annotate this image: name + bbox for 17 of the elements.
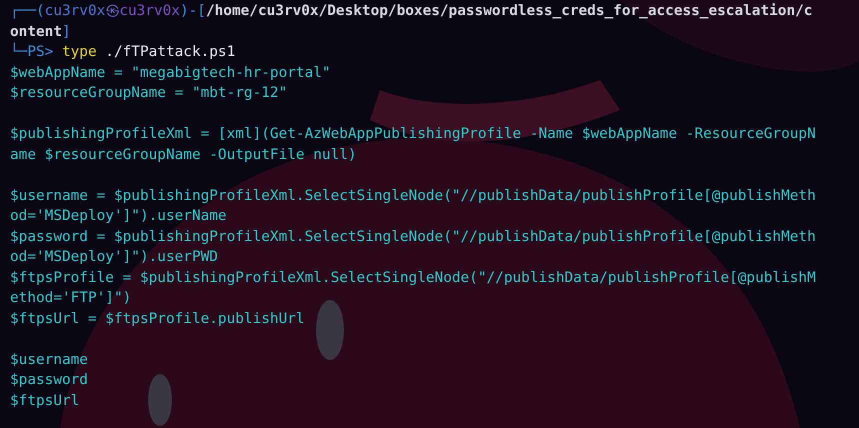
terminal-line: └─PS> type ./fTPattack.ps1 bbox=[10, 42, 236, 62]
terminal-line: $ftpsUrl = $ftpsProfile.publishUrl bbox=[10, 310, 305, 328]
terminal-line: od='MSDeploy']").userPWD bbox=[10, 248, 218, 267]
terminal-line: $ftpsProfile = $publishingProfileXml.SelectSingleNode("//publishData/publishProfile[@publishM bbox=[10, 268, 816, 288]
terminal-line: $password = $publishingProfileXml.SelectSingleNode("//publishData/publishProfile[@publishMeth bbox=[10, 228, 816, 246]
terminal-line: ame $resourceGroupName -OutputFile null) bbox=[10, 146, 357, 164]
terminal-line: $username bbox=[10, 350, 88, 370]
terminal-line: ethod='FTP']") bbox=[10, 289, 132, 308]
terminal-line: $ftpsUrl bbox=[10, 392, 80, 410]
terminal-line: ontent] bbox=[10, 22, 71, 42]
terminal-line: ┌──(cu3rv0x㉿cu3rv0x)-[/home/cu3rv0x/Desktop/boxes/passwordless_creds_for_access_escalation/c bbox=[10, 2, 812, 21]
terminal-line: od='MSDeploy']").userName bbox=[10, 207, 227, 226]
terminal-line: $username = $publishingProfileXml.SelectSingleNode("//publishData/publishProfile[@publishMeth bbox=[10, 186, 816, 206]
terminal-line: $resourceGroupName = "mbt-rg-12" bbox=[10, 84, 288, 103]
terminal-line: $webAppName = "megabigtech-hr-portal" bbox=[10, 64, 331, 82]
terminal-line: $password bbox=[10, 371, 88, 390]
terminal-line: $publishingProfileXml = [xml](Get-AzWebAppPublishingProfile -Name $webAppName -ResourceGroupN bbox=[10, 125, 816, 144]
